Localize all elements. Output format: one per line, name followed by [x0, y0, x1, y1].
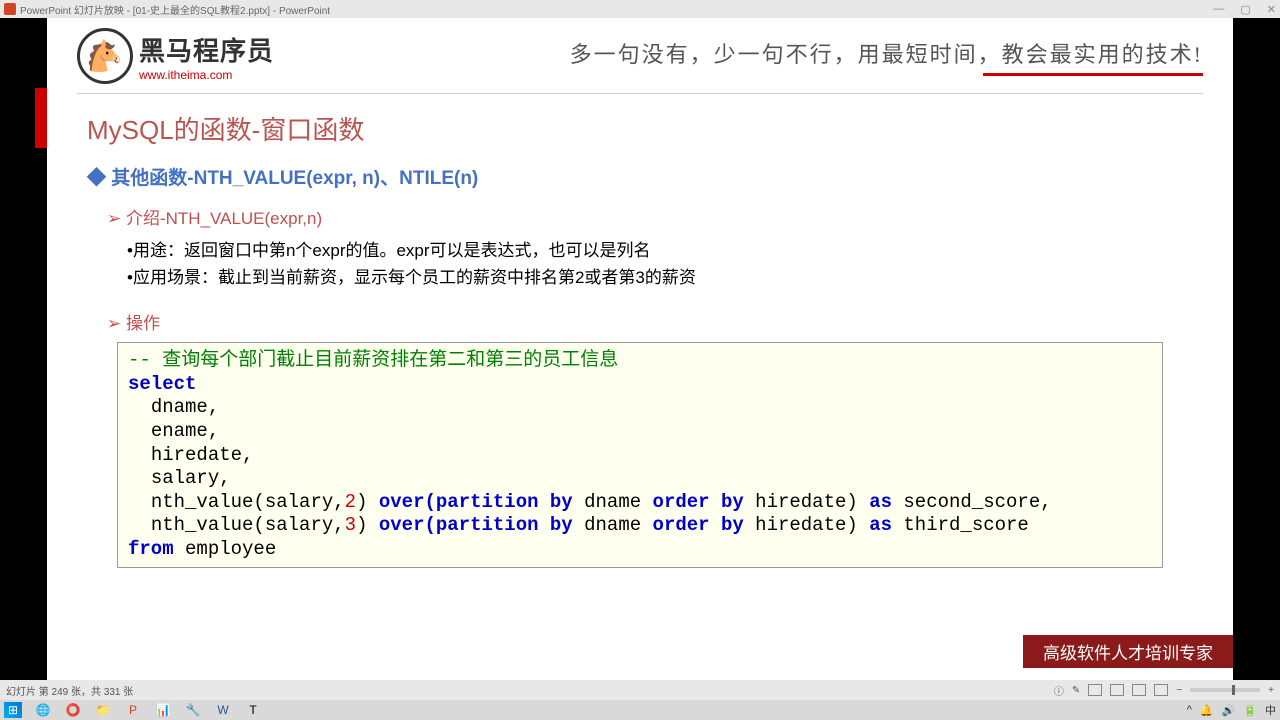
zoom-in[interactable]: + — [1268, 685, 1274, 696]
intro-heading: 介绍-NTH_VALUE(expr,n) — [107, 204, 1193, 229]
info-icon[interactable]: ⓘ — [1054, 683, 1064, 698]
network-icon[interactable]: 🔔 — [1200, 704, 1214, 717]
view-sorter-icon[interactable] — [1110, 684, 1124, 696]
tagline: 多一句没有，少一句不行，用最短时间，教会最实用的技术! — [570, 37, 1203, 69]
slide-title: MySQL的函数-窗口函数 — [87, 110, 1193, 147]
minimize-button[interactable]: — — [1213, 3, 1224, 16]
logo-text-cn: 黑马程序员 — [139, 31, 274, 68]
app-icon-4[interactable]: T — [244, 702, 262, 718]
tagline-underline — [983, 73, 1203, 76]
explorer-icon[interactable]: 📁 — [94, 702, 112, 718]
status-bar: 幻灯片 第 249 张，共 331 张 ⓘ ✎ − + — [0, 680, 1280, 700]
window-titlebar: PowerPoint 幻灯片放映 - [01-史上最全的SQL教程2.pptx]… — [0, 0, 1280, 18]
zoom-slider[interactable] — [1190, 688, 1260, 692]
slide-content: MySQL的函数-窗口函数 其他函数-NTH_VALUE(expr, n)、NT… — [47, 94, 1233, 580]
zoom-out[interactable]: − — [1176, 685, 1182, 696]
code-comment: -- 查询每个部门截止目前薪资排在第二和第三的员工信息 — [128, 349, 618, 371]
ime-icon[interactable]: 中 — [1265, 702, 1276, 718]
start-button[interactable]: ⊞ — [4, 702, 22, 718]
powerpoint-taskbar-icon[interactable]: P — [124, 702, 142, 718]
slide: 🐴 黑马程序员 www.itheima.com 多一句没有，少一句不行，用最短时… — [47, 18, 1233, 680]
section-title: 其他函数-NTH_VALUE(expr, n)、NTILE(n) — [87, 163, 1193, 190]
bullet-list: 用途：返回窗口中第n个expr的值。expr可以是表达式，也可以是列名 应用场景… — [127, 237, 1193, 291]
view-slideshow-icon[interactable] — [1154, 684, 1168, 696]
pen-icon[interactable]: ✎ — [1072, 685, 1080, 696]
app-icon-1[interactable]: ⭕ — [64, 702, 82, 718]
word-icon[interactable]: W — [214, 702, 232, 718]
slide-header: 🐴 黑马程序员 www.itheima.com 多一句没有，少一句不行，用最短时… — [47, 18, 1233, 93]
view-reading-icon[interactable] — [1132, 684, 1146, 696]
logo-url: www.itheima.com — [139, 68, 274, 82]
maximize-button[interactable]: ▢ — [1240, 3, 1250, 16]
app-icon-3[interactable]: 🔧 — [184, 702, 202, 718]
powerpoint-icon — [4, 3, 16, 15]
logo-circle: 🐴 — [77, 28, 133, 84]
code-block: -- 查询每个部门截止目前薪资排在第二和第三的员工信息 select dname… — [117, 342, 1163, 568]
tray-up-icon[interactable]: ^ — [1187, 704, 1192, 716]
volume-icon[interactable]: 🔊 — [1222, 704, 1236, 717]
app-icon-2[interactable]: 📊 — [154, 702, 172, 718]
close-button[interactable]: ✕ — [1267, 3, 1276, 16]
logo: 🐴 黑马程序员 www.itheima.com — [77, 28, 274, 84]
footer-banner: 高级软件人才培训专家 — [1023, 635, 1233, 668]
operation-heading: 操作 — [107, 309, 1193, 334]
bullet-2: 应用场景：截止到当前薪资，显示每个员工的薪资中排名第2或者第3的薪资 — [127, 264, 1193, 291]
slide-counter: 幻灯片 第 249 张，共 331 张 — [6, 683, 133, 698]
battery-icon[interactable]: 🔋 — [1243, 704, 1257, 717]
chrome-icon[interactable]: 🌐 — [34, 702, 52, 718]
slideshow-stage: 🐴 黑马程序员 www.itheima.com 多一句没有，少一句不行，用最短时… — [0, 18, 1280, 680]
view-normal-icon[interactable] — [1088, 684, 1102, 696]
horse-icon: 🐴 — [86, 39, 123, 74]
window-controls: — ▢ ✕ — [1213, 3, 1276, 16]
red-tab — [35, 88, 47, 148]
taskbar: ⊞ 🌐 ⭕ 📁 P 📊 🔧 W T ^ 🔔 🔊 🔋 中 — [0, 700, 1280, 720]
bullet-1: 用途：返回窗口中第n个expr的值。expr可以是表达式，也可以是列名 — [127, 237, 1193, 264]
window-title: PowerPoint 幻灯片放映 - [01-史上最全的SQL教程2.pptx]… — [20, 2, 330, 17]
